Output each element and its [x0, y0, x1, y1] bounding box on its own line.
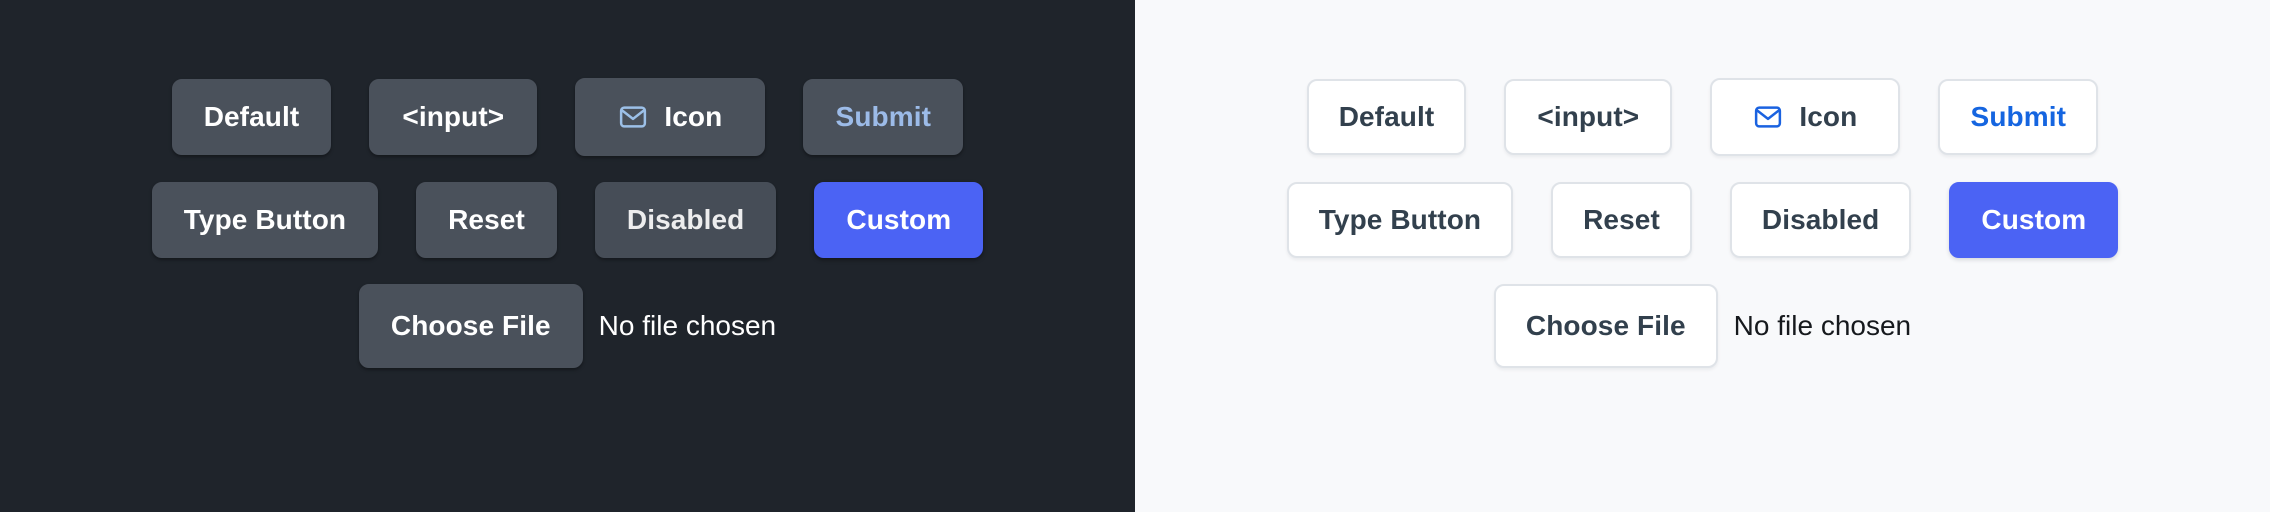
button-label: Custom [1981, 204, 2087, 235]
button-label: Custom [846, 204, 952, 235]
type-button[interactable]: Type Button [151, 182, 379, 258]
file-input-row: Choose File No file chosen [358, 284, 777, 368]
file-input-row: Choose File No file chosen [1493, 284, 1912, 368]
button-label: Disabled [1761, 204, 1880, 235]
button-label: Disabled [626, 204, 745, 235]
button-row-secondary: Type Button Reset Disabled Custom [151, 182, 984, 258]
button-label: <input> [1537, 101, 1640, 132]
light-theme-panel: Default <input> Icon Submit Type Button [1135, 0, 2270, 512]
reset-button[interactable]: Reset [416, 182, 557, 258]
button-label: Icon [664, 101, 723, 132]
button-label: Type Button [183, 204, 347, 235]
disabled-button: Disabled [594, 182, 777, 258]
light-button-groups: Default <input> Icon Submit Type Button [1135, 0, 2270, 368]
dark-theme-panel: Default <input> Icon Submit Type Button [0, 0, 1135, 512]
input-button[interactable]: <input> [369, 79, 538, 155]
mail-icon [620, 106, 647, 128]
button-label: Submit [835, 101, 932, 132]
disabled-button: Disabled [1729, 182, 1912, 258]
file-status-text: No file chosen [1733, 310, 1912, 341]
button-label: Default [1338, 101, 1435, 132]
mail-icon [1755, 106, 1782, 128]
custom-button[interactable]: Custom [814, 182, 984, 258]
button-label: Default [203, 101, 300, 132]
custom-button[interactable]: Custom [1949, 182, 2119, 258]
button-label: <input> [402, 101, 505, 132]
button-label: Submit [1970, 101, 2067, 132]
button-label: Type Button [1318, 204, 1482, 235]
default-button[interactable]: Default [171, 79, 332, 155]
button-row-primary: Default <input> Icon Submit [1306, 78, 2099, 156]
reset-button[interactable]: Reset [1551, 182, 1692, 258]
button-label: Reset [448, 204, 525, 235]
button-label: Choose File [1525, 310, 1686, 341]
button-row-secondary: Type Button Reset Disabled Custom [1286, 182, 2119, 258]
button-label: Icon [1799, 101, 1858, 132]
file-status-text: No file chosen [598, 310, 777, 341]
dark-button-groups: Default <input> Icon Submit Type Button [0, 0, 1135, 368]
button-row-primary: Default <input> Icon Submit [171, 78, 964, 156]
button-label: Choose File [390, 310, 551, 341]
choose-file-button[interactable]: Choose File [358, 284, 583, 368]
button-label: Reset [1583, 204, 1660, 235]
choose-file-button[interactable]: Choose File [1493, 284, 1718, 368]
icon-button[interactable]: Icon [575, 78, 766, 156]
submit-button[interactable]: Submit [803, 79, 964, 155]
submit-button[interactable]: Submit [1938, 79, 2099, 155]
type-button[interactable]: Type Button [1286, 182, 1514, 258]
input-button[interactable]: <input> [1504, 79, 1673, 155]
default-button[interactable]: Default [1306, 79, 1467, 155]
icon-button[interactable]: Icon [1710, 78, 1901, 156]
